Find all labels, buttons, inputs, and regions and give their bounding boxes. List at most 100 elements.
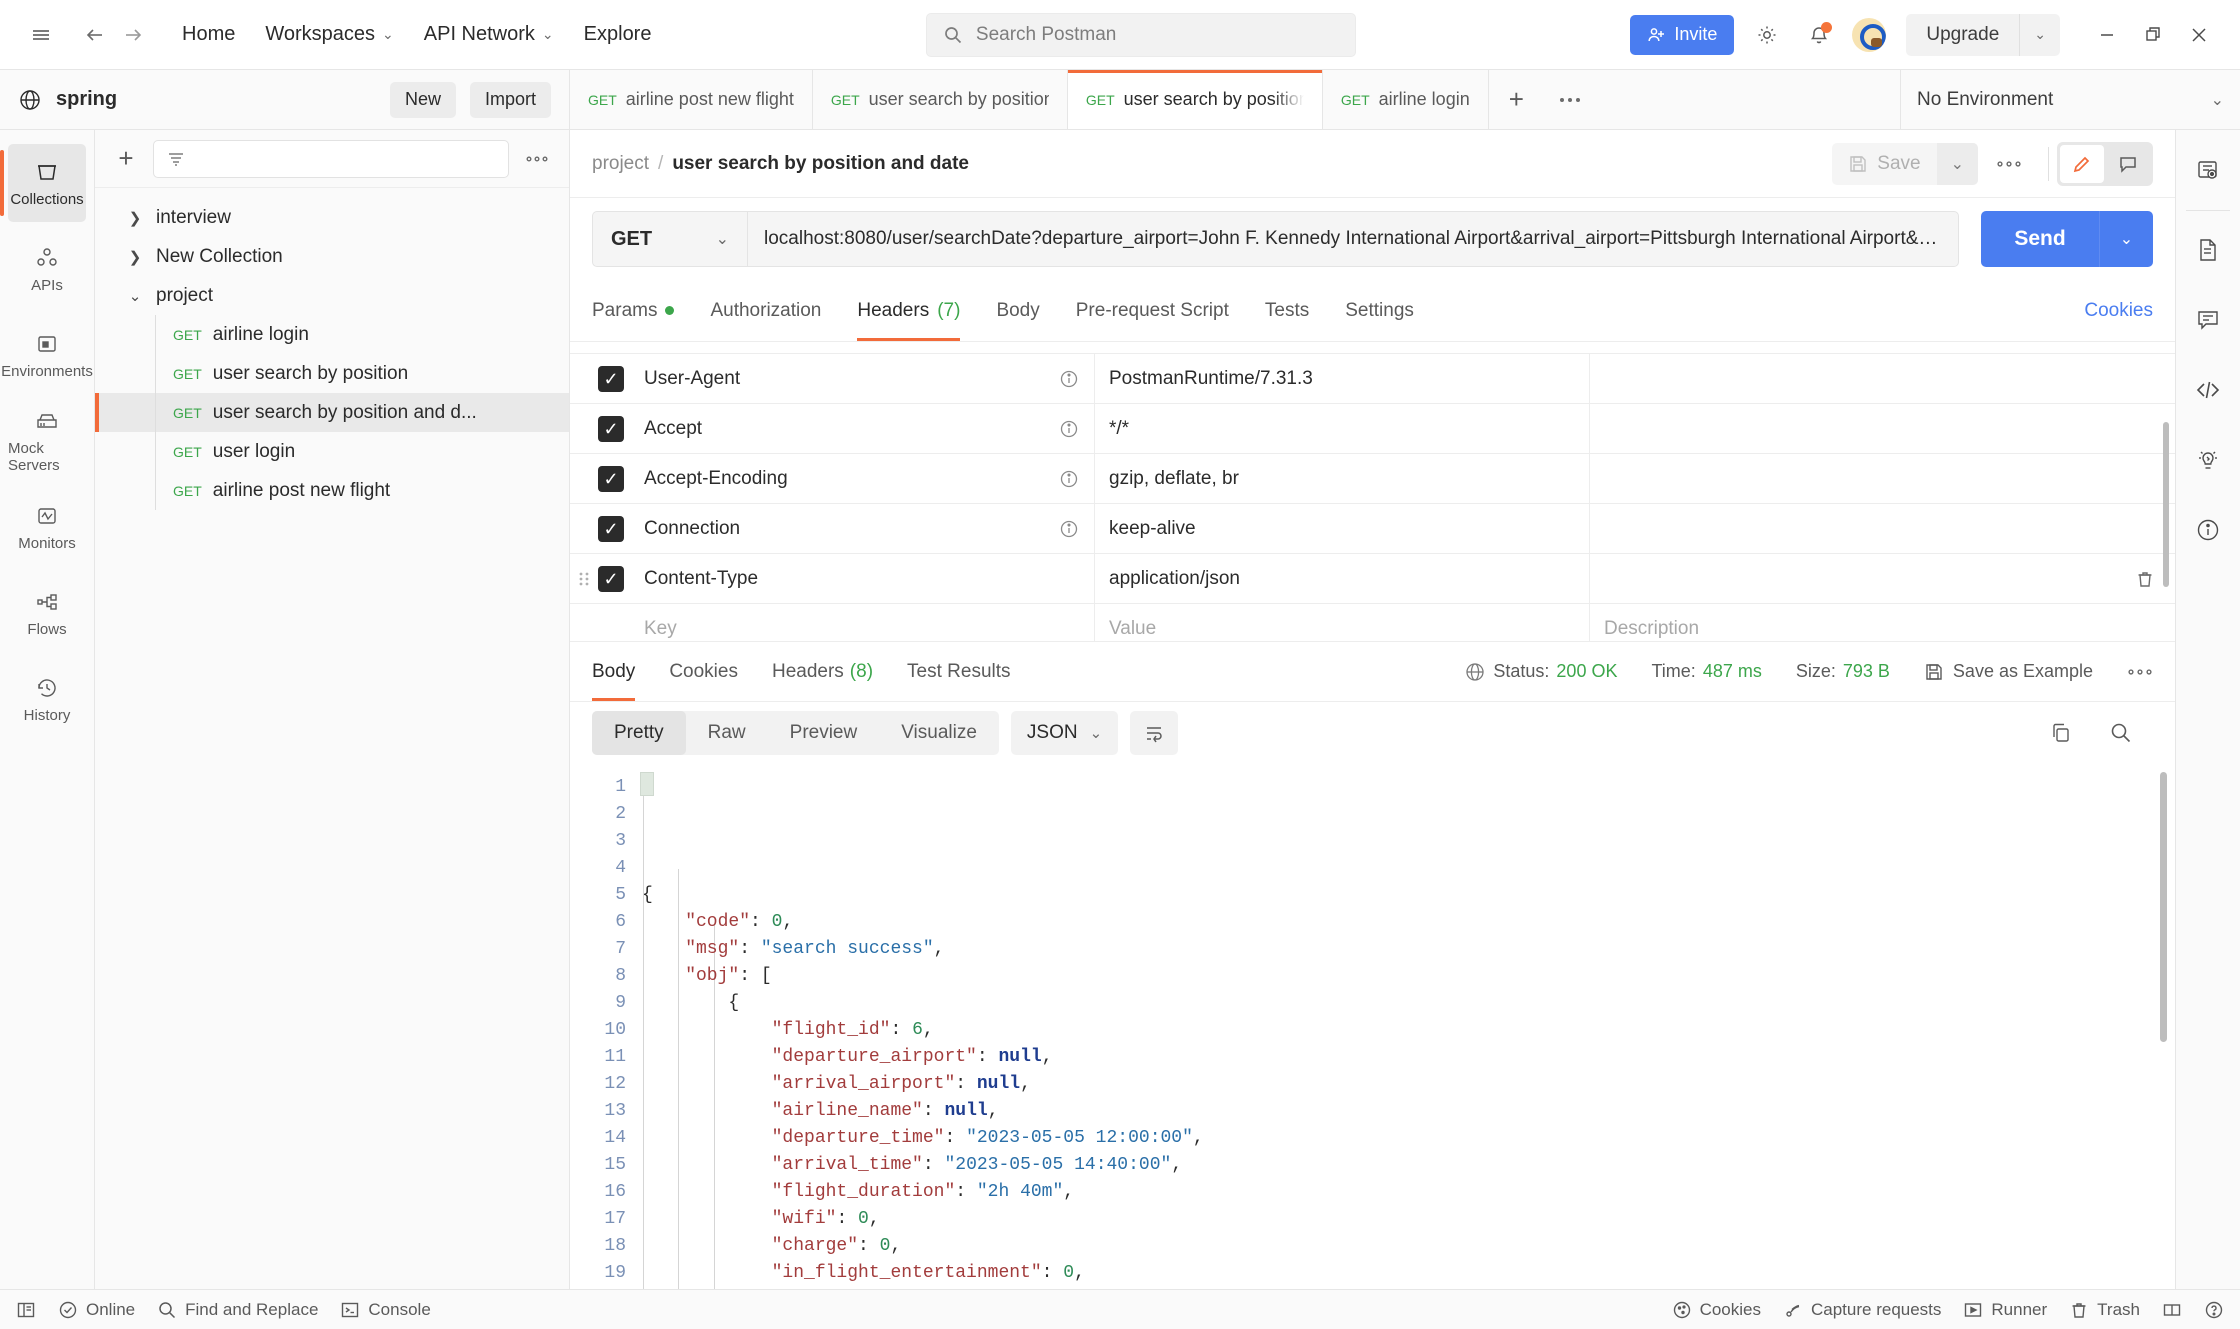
header-description[interactable] bbox=[1589, 454, 2115, 503]
comment-mode-button[interactable] bbox=[2106, 145, 2150, 183]
header-description[interactable] bbox=[1589, 554, 2115, 603]
collection-project[interactable]: ⌄ project bbox=[95, 276, 569, 315]
request-item-airline-login[interactable]: GET airline login bbox=[95, 315, 569, 354]
environment-quick-look-icon[interactable] bbox=[2184, 136, 2232, 206]
info-circle-icon[interactable] bbox=[2184, 495, 2232, 565]
info-icon[interactable] bbox=[1044, 469, 1094, 489]
save-chevron-down-icon[interactable]: ⌄ bbox=[1936, 142, 1978, 185]
tab-params[interactable]: Params bbox=[592, 280, 675, 341]
response-tab-cookies[interactable]: Cookies bbox=[669, 642, 738, 701]
response-format-select[interactable]: JSON ⌄ bbox=[1010, 711, 1119, 755]
response-scrollbar[interactable] bbox=[2160, 772, 2167, 1042]
table-row[interactable]: ✓ Connection keep-alive bbox=[570, 504, 2175, 554]
row-checkbox[interactable]: ✓ bbox=[598, 515, 644, 542]
sidebar-item-environments[interactable]: Environments bbox=[1, 316, 93, 394]
view-mode-visualize[interactable]: Visualize bbox=[879, 711, 999, 755]
row-checkbox[interactable]: ✓ bbox=[598, 415, 644, 442]
collection-interview[interactable]: ❯ interview bbox=[95, 198, 569, 237]
info-icon[interactable] bbox=[1044, 419, 1094, 439]
send-button[interactable]: Send bbox=[1981, 211, 2099, 267]
minimize-window-icon[interactable] bbox=[2088, 16, 2126, 54]
add-new-plus-icon[interactable]: + bbox=[111, 143, 141, 174]
sidebar-item-mock-servers[interactable]: Mock Servers bbox=[8, 402, 86, 480]
sidebar-item-monitors[interactable]: Monitors bbox=[8, 488, 86, 566]
collection-new-collection[interactable]: ❯ New Collection bbox=[95, 237, 569, 276]
upgrade-button[interactable]: Upgrade bbox=[1906, 13, 2021, 56]
request-item-user-login[interactable]: GET user login bbox=[95, 432, 569, 471]
nav-api-network[interactable]: API Network ⌄ bbox=[424, 23, 554, 46]
request-tab[interactable]: GET airline login bbox=[1323, 70, 1489, 129]
request-more-options-icon[interactable] bbox=[1978, 160, 2040, 168]
save-button[interactable]: Save bbox=[1832, 143, 1936, 185]
header-key[interactable]: Content-Type bbox=[644, 568, 1044, 590]
tab-tests[interactable]: Tests bbox=[1265, 280, 1309, 341]
capture-requests-button[interactable]: Capture requests bbox=[1783, 1300, 1941, 1320]
table-row-placeholder[interactable]: Key Value Description bbox=[570, 604, 2175, 641]
header-value[interactable]: PostmanRuntime/7.31.3 bbox=[1094, 354, 1589, 403]
drag-handle[interactable] bbox=[570, 570, 598, 588]
row-checkbox[interactable]: ✓ bbox=[598, 565, 644, 592]
response-more-options-icon[interactable] bbox=[2127, 668, 2153, 676]
close-window-icon[interactable] bbox=[2180, 16, 2218, 54]
request-tab[interactable]: GET user search by position bbox=[813, 70, 1068, 129]
sidebar-item-collections[interactable]: Collections bbox=[0, 144, 86, 222]
user-avatar[interactable] bbox=[1852, 17, 1887, 52]
search-input[interactable]: Search Postman bbox=[925, 12, 1356, 57]
runner-button[interactable]: Runner bbox=[1963, 1300, 2047, 1320]
table-row[interactable]: ✓ Content-Type application/json bbox=[570, 554, 2175, 604]
header-description[interactable] bbox=[1589, 404, 2115, 453]
table-row[interactable]: ✓ Accept-Encoding gzip, deflate, br bbox=[570, 454, 2175, 504]
row-checkbox[interactable]: ✓ bbox=[598, 365, 644, 392]
find-and-replace-button[interactable]: Find and Replace bbox=[157, 1300, 318, 1320]
response-tab-headers[interactable]: Headers (8) bbox=[772, 642, 873, 701]
back-arrow-icon[interactable] bbox=[76, 16, 114, 54]
request-tab-active[interactable]: GET user search by position a bbox=[1067, 70, 1323, 129]
header-key[interactable]: Accept-Encoding bbox=[644, 468, 1044, 490]
request-cookies-link[interactable]: Cookies bbox=[2084, 300, 2153, 322]
environment-chevron-down-icon[interactable]: ⌄ bbox=[2211, 90, 2224, 110]
header-key[interactable]: Connection bbox=[644, 518, 1044, 540]
wrap-lines-button[interactable] bbox=[1130, 711, 1179, 755]
header-description-placeholder[interactable]: Description bbox=[1589, 604, 2115, 641]
view-mode-pretty[interactable]: Pretty bbox=[592, 711, 686, 755]
sidebar-filter-input[interactable] bbox=[153, 139, 509, 178]
nav-workspaces[interactable]: Workspaces ⌄ bbox=[265, 23, 393, 46]
tab-authorization[interactable]: Authorization bbox=[710, 280, 821, 341]
hamburger-menu-icon[interactable] bbox=[22, 16, 60, 54]
request-item-user-search-by-position-and-date[interactable]: GET user search by position and d... bbox=[95, 393, 569, 432]
trash-button[interactable]: Trash bbox=[2069, 1300, 2140, 1320]
sidebar-item-apis[interactable]: APIs bbox=[8, 230, 86, 308]
cookies-button[interactable]: Cookies bbox=[1672, 1300, 1761, 1320]
tab-settings[interactable]: Settings bbox=[1345, 280, 1414, 341]
chevron-down-icon[interactable]: ⌄ bbox=[125, 287, 145, 305]
upgrade-chevron-down-icon[interactable]: ⌄ bbox=[2020, 26, 2060, 43]
invite-button[interactable]: Invite bbox=[1630, 14, 1735, 55]
header-value[interactable]: keep-alive bbox=[1094, 504, 1589, 553]
save-as-example-button[interactable]: Save as Example bbox=[1924, 661, 2093, 682]
settings-gear-icon[interactable] bbox=[1748, 16, 1786, 54]
send-chevron-down-icon[interactable]: ⌄ bbox=[2099, 211, 2153, 267]
nav-home[interactable]: Home bbox=[182, 23, 235, 46]
info-icon[interactable] bbox=[1044, 369, 1094, 389]
import-button[interactable]: Import bbox=[469, 81, 551, 118]
url-input[interactable]: localhost:8080/user/searchDate?departure… bbox=[747, 211, 1959, 267]
sidebar-more-options-icon[interactable] bbox=[521, 155, 553, 163]
view-mode-preview[interactable]: Preview bbox=[768, 711, 880, 755]
code-snippet-icon[interactable] bbox=[2184, 355, 2232, 425]
toggle-sidebar-button[interactable] bbox=[16, 1300, 36, 1320]
tab-pre-request-script[interactable]: Pre-request Script bbox=[1076, 280, 1229, 341]
header-value[interactable]: gzip, deflate, br bbox=[1094, 454, 1589, 503]
header-key[interactable]: Accept bbox=[644, 418, 1044, 440]
breadcrumb-parent[interactable]: project bbox=[592, 153, 649, 175]
search-response-button[interactable] bbox=[2097, 711, 2145, 755]
response-body-viewer[interactable]: 1 2 3 4 5 6 7 8 9 10 11 12 13 14 15 16 17 18 19 { "code": … bbox=[570, 764, 2175, 1289]
header-key[interactable]: User-Agent bbox=[644, 368, 1044, 390]
forward-arrow-icon[interactable] bbox=[114, 16, 152, 54]
request-item-user-search-by-position[interactable]: GET user search by position bbox=[95, 354, 569, 393]
maximize-window-icon[interactable] bbox=[2134, 16, 2172, 54]
sidebar-item-flows[interactable]: Flows bbox=[8, 574, 86, 652]
response-tab-test-results[interactable]: Test Results bbox=[907, 642, 1010, 701]
view-mode-raw[interactable]: Raw bbox=[686, 711, 768, 755]
table-row[interactable]: ✓ User-Agent PostmanRuntime/7.31.3 bbox=[570, 354, 2175, 404]
status-online[interactable]: Online bbox=[58, 1300, 135, 1320]
